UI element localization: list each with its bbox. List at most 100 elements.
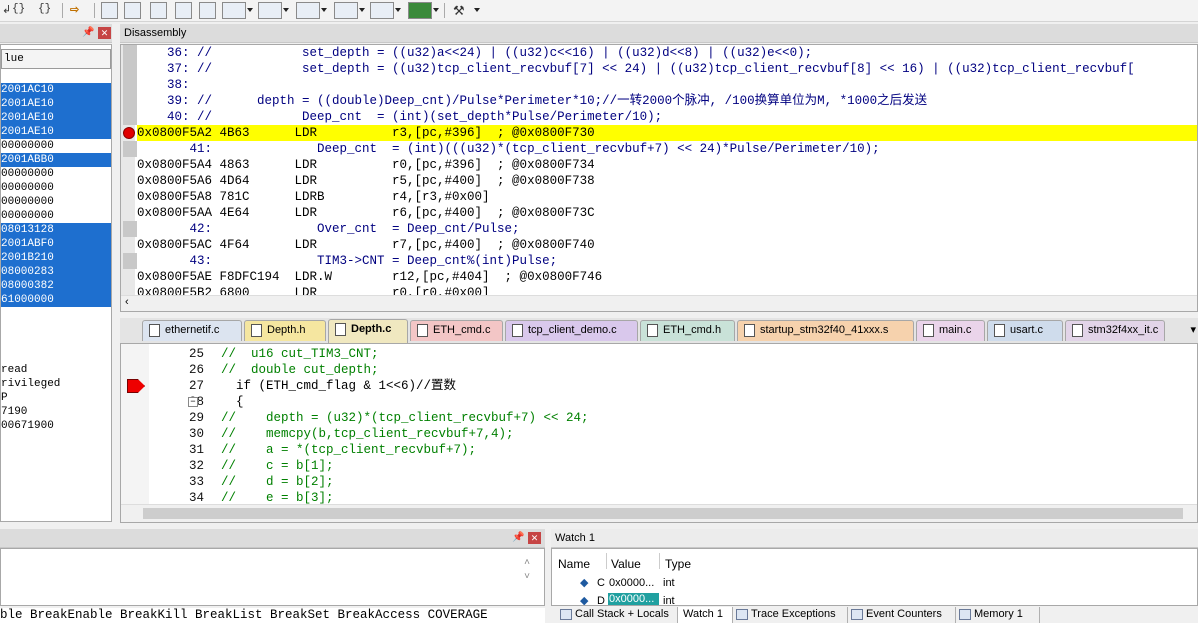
editor-hscrollbar[interactable] [121,504,1197,522]
disassembly-hscrollbar[interactable]: ‹ [121,295,1197,311]
bottom-tab-watch-1[interactable]: Watch 1 [678,607,733,623]
disassembly-window-icon[interactable] [124,2,141,19]
editor-line[interactable]: 25 // u16 cut_TIM3_CNT; [121,346,1191,362]
toolbox-icon[interactable]: ⚒ [453,3,465,19]
register-value[interactable]: 2001AE10 [1,125,111,139]
register-value[interactable]: 2001AE10 [1,111,111,125]
disassembly-instruction[interactable]: 0x0800F5A8 781C LDRB r4,[r3,#0x00] [137,189,1197,205]
chevron-down-icon[interactable] [359,8,365,12]
watch-col-value[interactable]: Value [611,557,641,571]
tab-overflow-icon[interactable]: ▾ [1190,323,1196,336]
fold-icon[interactable]: − [188,397,198,407]
register-value[interactable]: 2001B210 [1,251,111,265]
register-value[interactable]: 2001ABF0 [1,237,111,251]
tab-depth-h[interactable]: Depth.h [244,320,326,341]
editor-line[interactable]: 27 if (ETH_cmd_flag & 1<<6)//置数 [121,378,1191,394]
current-line-arrow-icon[interactable] [127,379,145,393]
chevron-down-icon[interactable] [395,8,401,12]
disassembly-source-line[interactable]: 38: [123,77,1197,93]
register-value[interactable]: 2001ABB0 [1,153,111,167]
registers-value-header[interactable]: lue [1,49,111,69]
trace-window-icon[interactable] [370,2,394,19]
chevron-down-icon[interactable] [321,8,327,12]
editor-line[interactable]: 31 // a = *(tcp_client_recvbuf+7); [121,442,1191,458]
scroll-up-icon[interactable]: ˄ [524,557,530,568]
watch-window-icon[interactable] [222,2,246,19]
disassembly-instruction[interactable]: 0x0800F5A2 4B63 LDR r3,[pc,#396] ; @0x08… [123,125,1197,141]
step-out-icon[interactable]: {} [38,3,51,15]
disassembly-instruction[interactable]: 0x0800F5A4 4863 LDR r0,[pc,#396] ; @0x08… [137,157,1197,173]
close-icon[interactable]: ✕ [528,532,541,544]
disassembly-instruction[interactable]: 0x0800F5A6 4D64 LDR r5,[pc,#400] ; @0x08… [137,173,1197,189]
register-value[interactable]: 08000382 [1,279,111,293]
tab-usart-c[interactable]: usart.c [987,320,1063,341]
tab-eth-cmd-h[interactable]: ETH_cmd.h [640,320,735,341]
disassembly-source-line[interactable]: 42: Over_cnt = Deep_cnt/Pulse; [123,221,1197,237]
analysis-window-icon[interactable] [334,2,358,19]
step-icon[interactable]: ↲ [2,3,11,16]
editor-line[interactable]: 33 // d = b[2]; [121,474,1191,490]
disassembly-instruction[interactable]: 0x0800F5AE F8DFC194 LDR.W r12,[pc,#404] … [137,269,1197,285]
register-value[interactable]: 61000000 [1,293,111,307]
chevron-down-icon[interactable] [433,8,439,12]
registers-window-icon[interactable] [175,2,192,19]
disassembly-source-line[interactable]: 39: // depth = ((double)Deep_cnt)/Pulse*… [123,93,1197,109]
watch-row[interactable]: ◆ C 0x0000... int [552,575,713,591]
editor-scroll-thumb[interactable] [143,508,1183,519]
disassembly-source-line[interactable]: 37: // set_depth = ((u32)tcp_client_recv… [123,61,1197,77]
register-value[interactable]: 00000000 [1,209,111,223]
chevron-down-icon[interactable] [474,8,480,12]
symbols-window-icon[interactable] [150,2,167,19]
system-viewer-icon[interactable] [408,2,432,19]
bottom-tab-event-counters[interactable]: Event Counters [848,607,956,623]
memory-window-icon[interactable] [258,2,282,19]
register-value[interactable]: 08013128 [1,223,111,237]
tab-tcp-client-demo-c[interactable]: tcp_client_demo.c [505,320,638,341]
command-window-icon[interactable] [101,2,118,19]
disassembly-instruction[interactable]: 0x0800F5AC 4F64 LDR r7,[pc,#400] ; @0x08… [137,237,1197,253]
tab-stm32f4xx-it-c[interactable]: stm32f4xx_it.c [1065,320,1165,341]
bottom-tab-call-stack-locals[interactable]: Call Stack + Locals [557,607,678,623]
watch-col-name[interactable]: Name [558,557,590,571]
register-value[interactable]: 00000000 [1,195,111,209]
editor-line[interactable]: 29 // depth = (u32)*(tcp_client_recvbuf+7… [121,410,1191,426]
register-value[interactable]: 00000000 [1,181,111,195]
run-to-cursor-icon[interactable]: ⇨ [70,3,79,16]
editor-line[interactable]: 32 // c = b[1]; [121,458,1191,474]
disassembly-source-line[interactable]: 40: // Deep_cnt = (int)(set_depth*Pulse/… [123,109,1197,125]
serial-window-icon[interactable] [296,2,320,19]
step-over-icon[interactable]: {} [12,3,25,15]
register-value[interactable]: 00000000 [1,139,111,153]
register-value[interactable]: 08000283 [1,265,111,279]
disassembly-source-line[interactable]: 43: TIM3->CNT = Deep_cnt%(int)Pulse; [123,253,1197,269]
register-value[interactable]: 2001AE10 [1,97,111,111]
watch-row[interactable]: ◆ D 0x0000... int [552,593,713,605]
tab-ethernetif-c[interactable]: ethernetif.c [142,320,242,341]
chevron-down-icon[interactable] [283,8,289,12]
editor-line[interactable]: 26 // double cut_depth; [121,362,1191,378]
bottom-tab-trace-exceptions[interactable]: Trace Exceptions [733,607,848,623]
tab-main-c[interactable]: main.c [916,320,985,341]
tab-eth-cmd-c[interactable]: ETH_cmd.c [410,320,503,341]
column-divider[interactable] [606,553,607,569]
pin-icon[interactable]: 📌 [82,27,94,38]
register-value[interactable]: 2001AC10 [1,83,111,97]
pin-icon[interactable]: 📌 [512,532,524,543]
close-icon[interactable]: ✕ [98,27,111,39]
column-divider[interactable] [659,553,660,569]
tab-startup-stm32f40-41xxx-s[interactable]: startup_stm32f40_41xxx.s [737,320,914,341]
register-value[interactable]: 00000000 [1,167,111,181]
chevron-down-icon[interactable] [247,8,253,12]
command-input[interactable]: ble BreakEnable BreakKill BreakList Brea… [0,608,545,623]
scroll-down-icon[interactable]: ˅ [524,571,530,582]
disassembly-source-line[interactable]: 41: Deep_cnt = (int)(((u32)*(tcp_client_… [123,141,1197,157]
watch-col-type[interactable]: Type [665,557,691,571]
watch-row-value[interactable]: 0x0000... [609,577,654,589]
disassembly-source-line[interactable]: 36: // set_depth = ((u32)a<<24) | ((u32)… [123,45,1197,61]
disassembly-instruction[interactable]: 0x0800F5AA 4E64 LDR r6,[pc,#400] ; @0x08… [137,205,1197,221]
bottom-tab-memory-1[interactable]: Memory 1 [956,607,1040,623]
editor-line[interactable]: 28 {− [121,394,1191,410]
watch-row-value[interactable]: 0x0000... [608,593,659,605]
breakpoint-icon[interactable] [123,127,135,139]
tab-depth-c[interactable]: Depth.c [328,319,408,343]
